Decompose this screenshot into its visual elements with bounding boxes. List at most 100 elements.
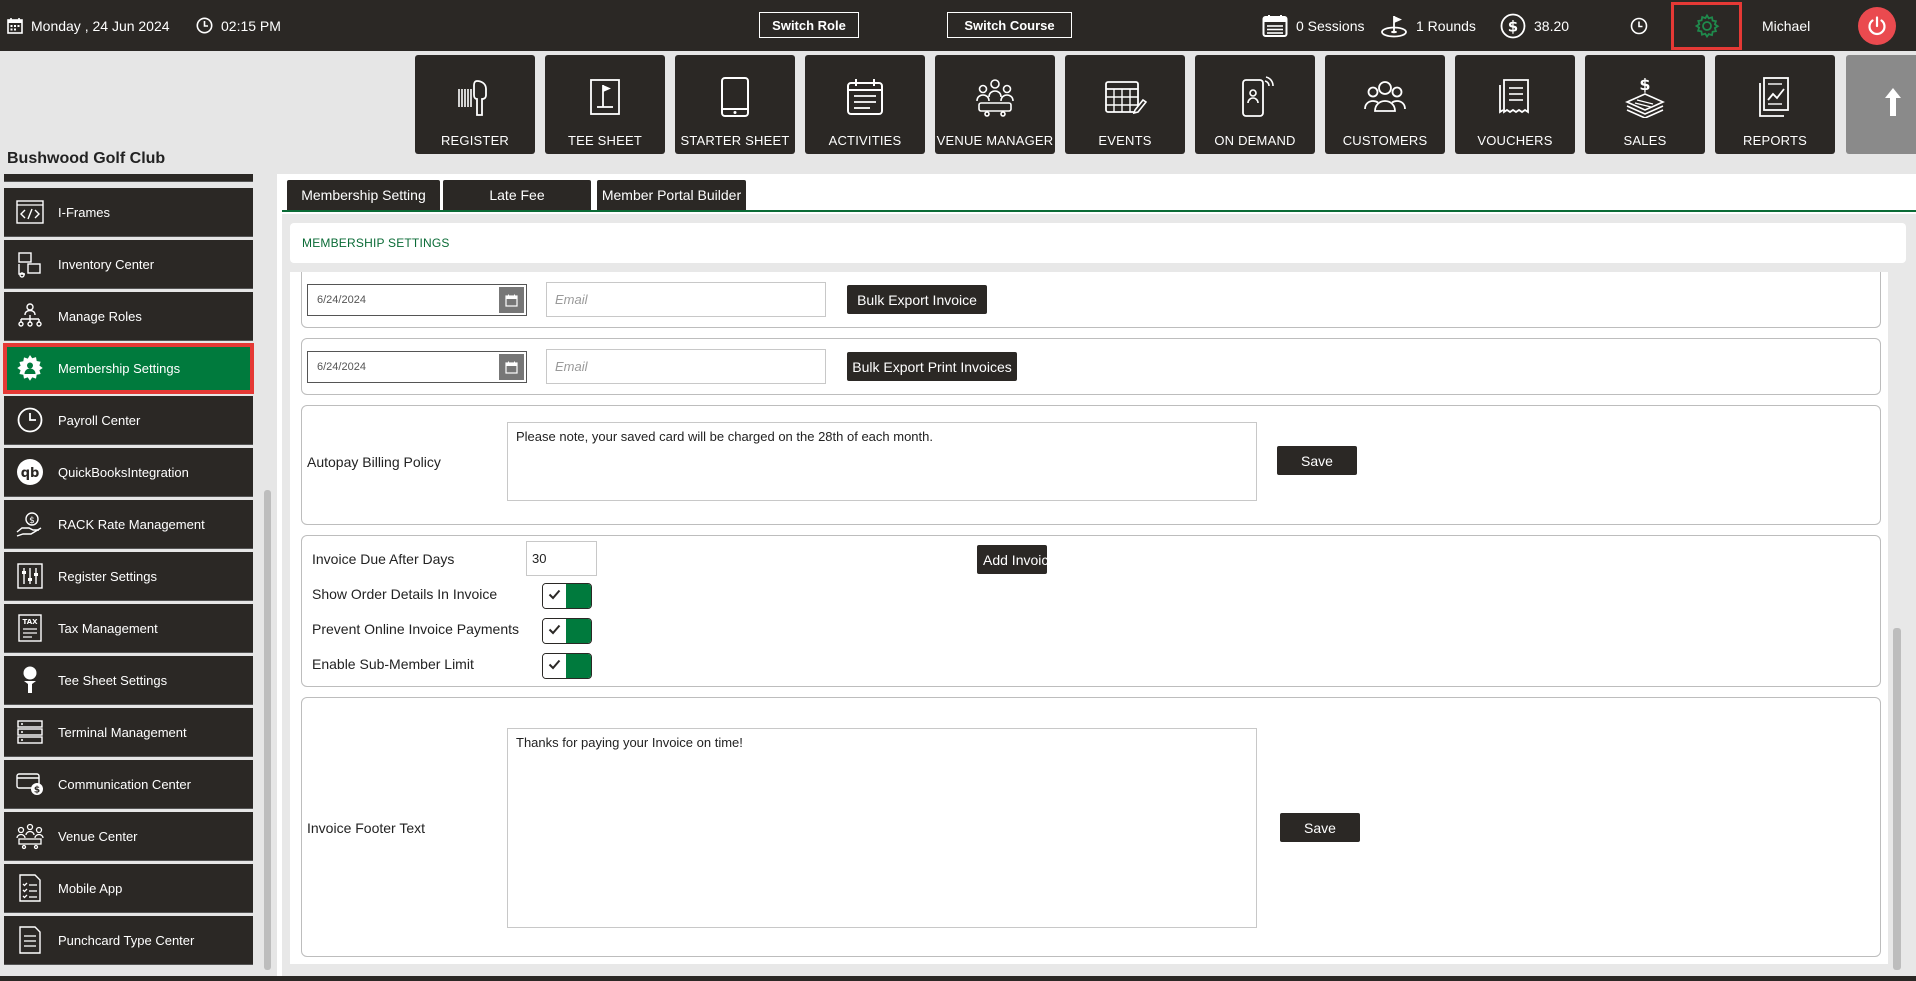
user-name[interactable]: Michael (1762, 0, 1810, 51)
balance-text: 38.20 (1534, 17, 1570, 34)
switch-role-button[interactable]: Switch Role (759, 12, 859, 38)
export-print-row (301, 338, 1881, 395)
logout-button[interactable] (1858, 7, 1896, 45)
bulk-export-print-invoices-button[interactable]: Bulk Export Print Invoices (847, 352, 1017, 381)
tile-label: ACTIVITIES (828, 133, 902, 148)
calendar-picker-icon[interactable] (499, 287, 524, 313)
sidebar-item-label: I-Frames (58, 204, 110, 220)
sidebar-item-inventory-center[interactable]: Inventory Center (4, 240, 253, 289)
sidebar-item-membership-settings[interactable]: Membership Settings (3, 343, 254, 394)
tile-customers[interactable]: CUSTOMERS (1325, 55, 1445, 154)
tab-member-portal-builder[interactable]: Member Portal Builder (597, 180, 746, 210)
export-print-date-input[interactable]: 6/24/2024 (307, 351, 527, 383)
sidebar-item-punchcard-type-center[interactable]: Punchcard Type Center (4, 916, 253, 965)
add-invoice-button[interactable]: Add Invoic (977, 545, 1047, 574)
sidebar-item-mobile-app[interactable]: Mobile App (4, 864, 253, 913)
sidebar-item-label: QuickBooksIntegration (58, 464, 189, 480)
tile-tee-sheet[interactable]: TEE SHEET (545, 55, 665, 154)
autopay-policy-textarea[interactable]: Please note, your saved card will be cha… (507, 422, 1257, 501)
sidebar-item-label: Payroll Center (58, 412, 141, 428)
invoice-due-days-input[interactable]: 30 (526, 541, 597, 576)
tile-label: CUSTOMERS (1342, 133, 1428, 148)
sidebar-item-tax-management[interactable]: TAX Tax Management (4, 604, 253, 653)
tab-membership-setting[interactable]: Membership Setting (287, 180, 440, 210)
sidebar-item-label: Tax Management (58, 620, 158, 636)
clock-icon (196, 17, 213, 34)
gear-icon (1694, 13, 1720, 39)
sub-member-limit-toggle[interactable] (542, 653, 592, 679)
sidebar-item-rack-rate-management[interactable]: $ RACK Rate Management (4, 500, 253, 549)
switch-course-button[interactable]: Switch Course (947, 12, 1072, 38)
tile-activities[interactable]: ACTIVITIES (805, 55, 925, 154)
invoice-footer-textarea[interactable]: Thanks for paying your Invoice on time! (507, 728, 1257, 928)
sidebar-item-register-settings[interactable]: Register Settings (4, 552, 253, 601)
calendar-pen-icon (1103, 73, 1147, 121)
sub-member-limit-label: Enable Sub-Member Limit (312, 656, 474, 672)
scroll-up-button[interactable] (1846, 55, 1916, 154)
tile-label: EVENTS (1098, 133, 1152, 148)
sidebar-item-venue-center[interactable]: Venue Center (4, 812, 253, 861)
tile-on-demand[interactable]: ON DEMAND (1195, 55, 1315, 154)
export-email-field[interactable]: Email (546, 282, 826, 317)
export-date-input[interactable]: 6/24/2024 (307, 284, 527, 316)
invoice-footer-save-button[interactable]: Save (1280, 813, 1360, 842)
sidebar-item-quickbooks-integration[interactable]: qb QuickBooksIntegration (4, 448, 253, 497)
meeting-icon (14, 820, 46, 852)
sidebar-item-label: Inventory Center (58, 256, 155, 272)
tile-label: REGISTER (440, 133, 510, 148)
rounds-text: 1 Rounds (1416, 17, 1476, 34)
sidebar-item-label: Punchcard Type Center (58, 932, 195, 948)
sidebar-item-iframes[interactable]: I-Frames (4, 188, 253, 237)
sidebar-item-payroll-center[interactable]: Payroll Center (4, 396, 253, 445)
sidebar-item-terminal-management[interactable]: Terminal Management (4, 708, 253, 757)
sidebar-item-communication-center[interactable]: $ Communication Center (4, 760, 253, 809)
calendar-picker-icon[interactable] (499, 354, 524, 380)
date-value: 6/24/2024 (317, 361, 366, 373)
sidebar-item-manage-roles[interactable]: Manage Roles (4, 292, 253, 341)
tab-late-fee[interactable]: Late Fee (443, 180, 591, 210)
server-icon (14, 716, 46, 748)
tile-events[interactable]: EVENTS (1065, 55, 1185, 154)
sessions-text: 0 Sessions (1296, 17, 1365, 34)
bulk-export-invoice-button[interactable]: Bulk Export Invoice (847, 285, 987, 314)
money-stack-icon: $ (1623, 73, 1667, 121)
tile-vouchers[interactable]: VOUCHERS (1455, 55, 1575, 154)
top-bar: Monday , 24 Jun 2024 02:15 PM Switch Rol… (0, 0, 1916, 51)
golf-hole-icon (1380, 14, 1408, 38)
show-order-details-label: Show Order Details In Invoice (312, 586, 498, 602)
sidebar-item-tee-sheet-settings[interactable]: Tee Sheet Settings (4, 656, 253, 705)
rounds-display[interactable]: 1 Rounds (1380, 0, 1476, 51)
sidebar-item-label: Manage Roles (58, 308, 142, 324)
prevent-online-payments-toggle[interactable] (542, 618, 592, 644)
export-print-email-field[interactable]: Email (546, 349, 826, 384)
tile-sales[interactable]: $ SALES (1585, 55, 1705, 154)
barcode-scanner-icon (453, 73, 497, 121)
sessions-display[interactable]: 0 Sessions (1262, 0, 1364, 51)
tablet-icon (719, 73, 751, 121)
tile-venue-manager[interactable]: VENUE MANAGER (935, 55, 1055, 154)
tile-reports[interactable]: REPORTS (1715, 55, 1835, 154)
tile-label: VOUCHERS (1477, 133, 1553, 148)
report-chart-icon (1755, 73, 1795, 121)
tax-document-icon: TAX (14, 612, 46, 644)
sidebar-item-label: Venue Center (58, 828, 138, 844)
clock-icon (14, 404, 46, 436)
balance-display[interactable]: $ 38.20 (1500, 0, 1569, 51)
power-icon (1866, 15, 1888, 37)
sidebar-item-label: Membership Settings (58, 360, 181, 376)
section-title: MEMBERSHIP SETTINGS (290, 223, 1906, 263)
tile-starter-sheet[interactable]: STARTER SHEET (675, 55, 795, 154)
autopay-save-button[interactable]: Save (1277, 446, 1357, 475)
settings-button[interactable] (1671, 2, 1742, 50)
tile-register[interactable]: REGISTER (415, 55, 535, 154)
sidebar-scrollbar[interactable] (264, 490, 271, 970)
sliders-icon (14, 560, 46, 592)
show-order-details-toggle[interactable] (542, 583, 592, 609)
people-table-icon (973, 73, 1017, 121)
group-icon (1363, 73, 1407, 121)
tile-label: SALES (1623, 133, 1667, 148)
content-scrollbar[interactable] (1893, 628, 1901, 970)
history-clock-button[interactable] (1630, 0, 1648, 51)
sessions-calendar-icon (1262, 14, 1288, 38)
golf-tee-icon (14, 664, 46, 696)
